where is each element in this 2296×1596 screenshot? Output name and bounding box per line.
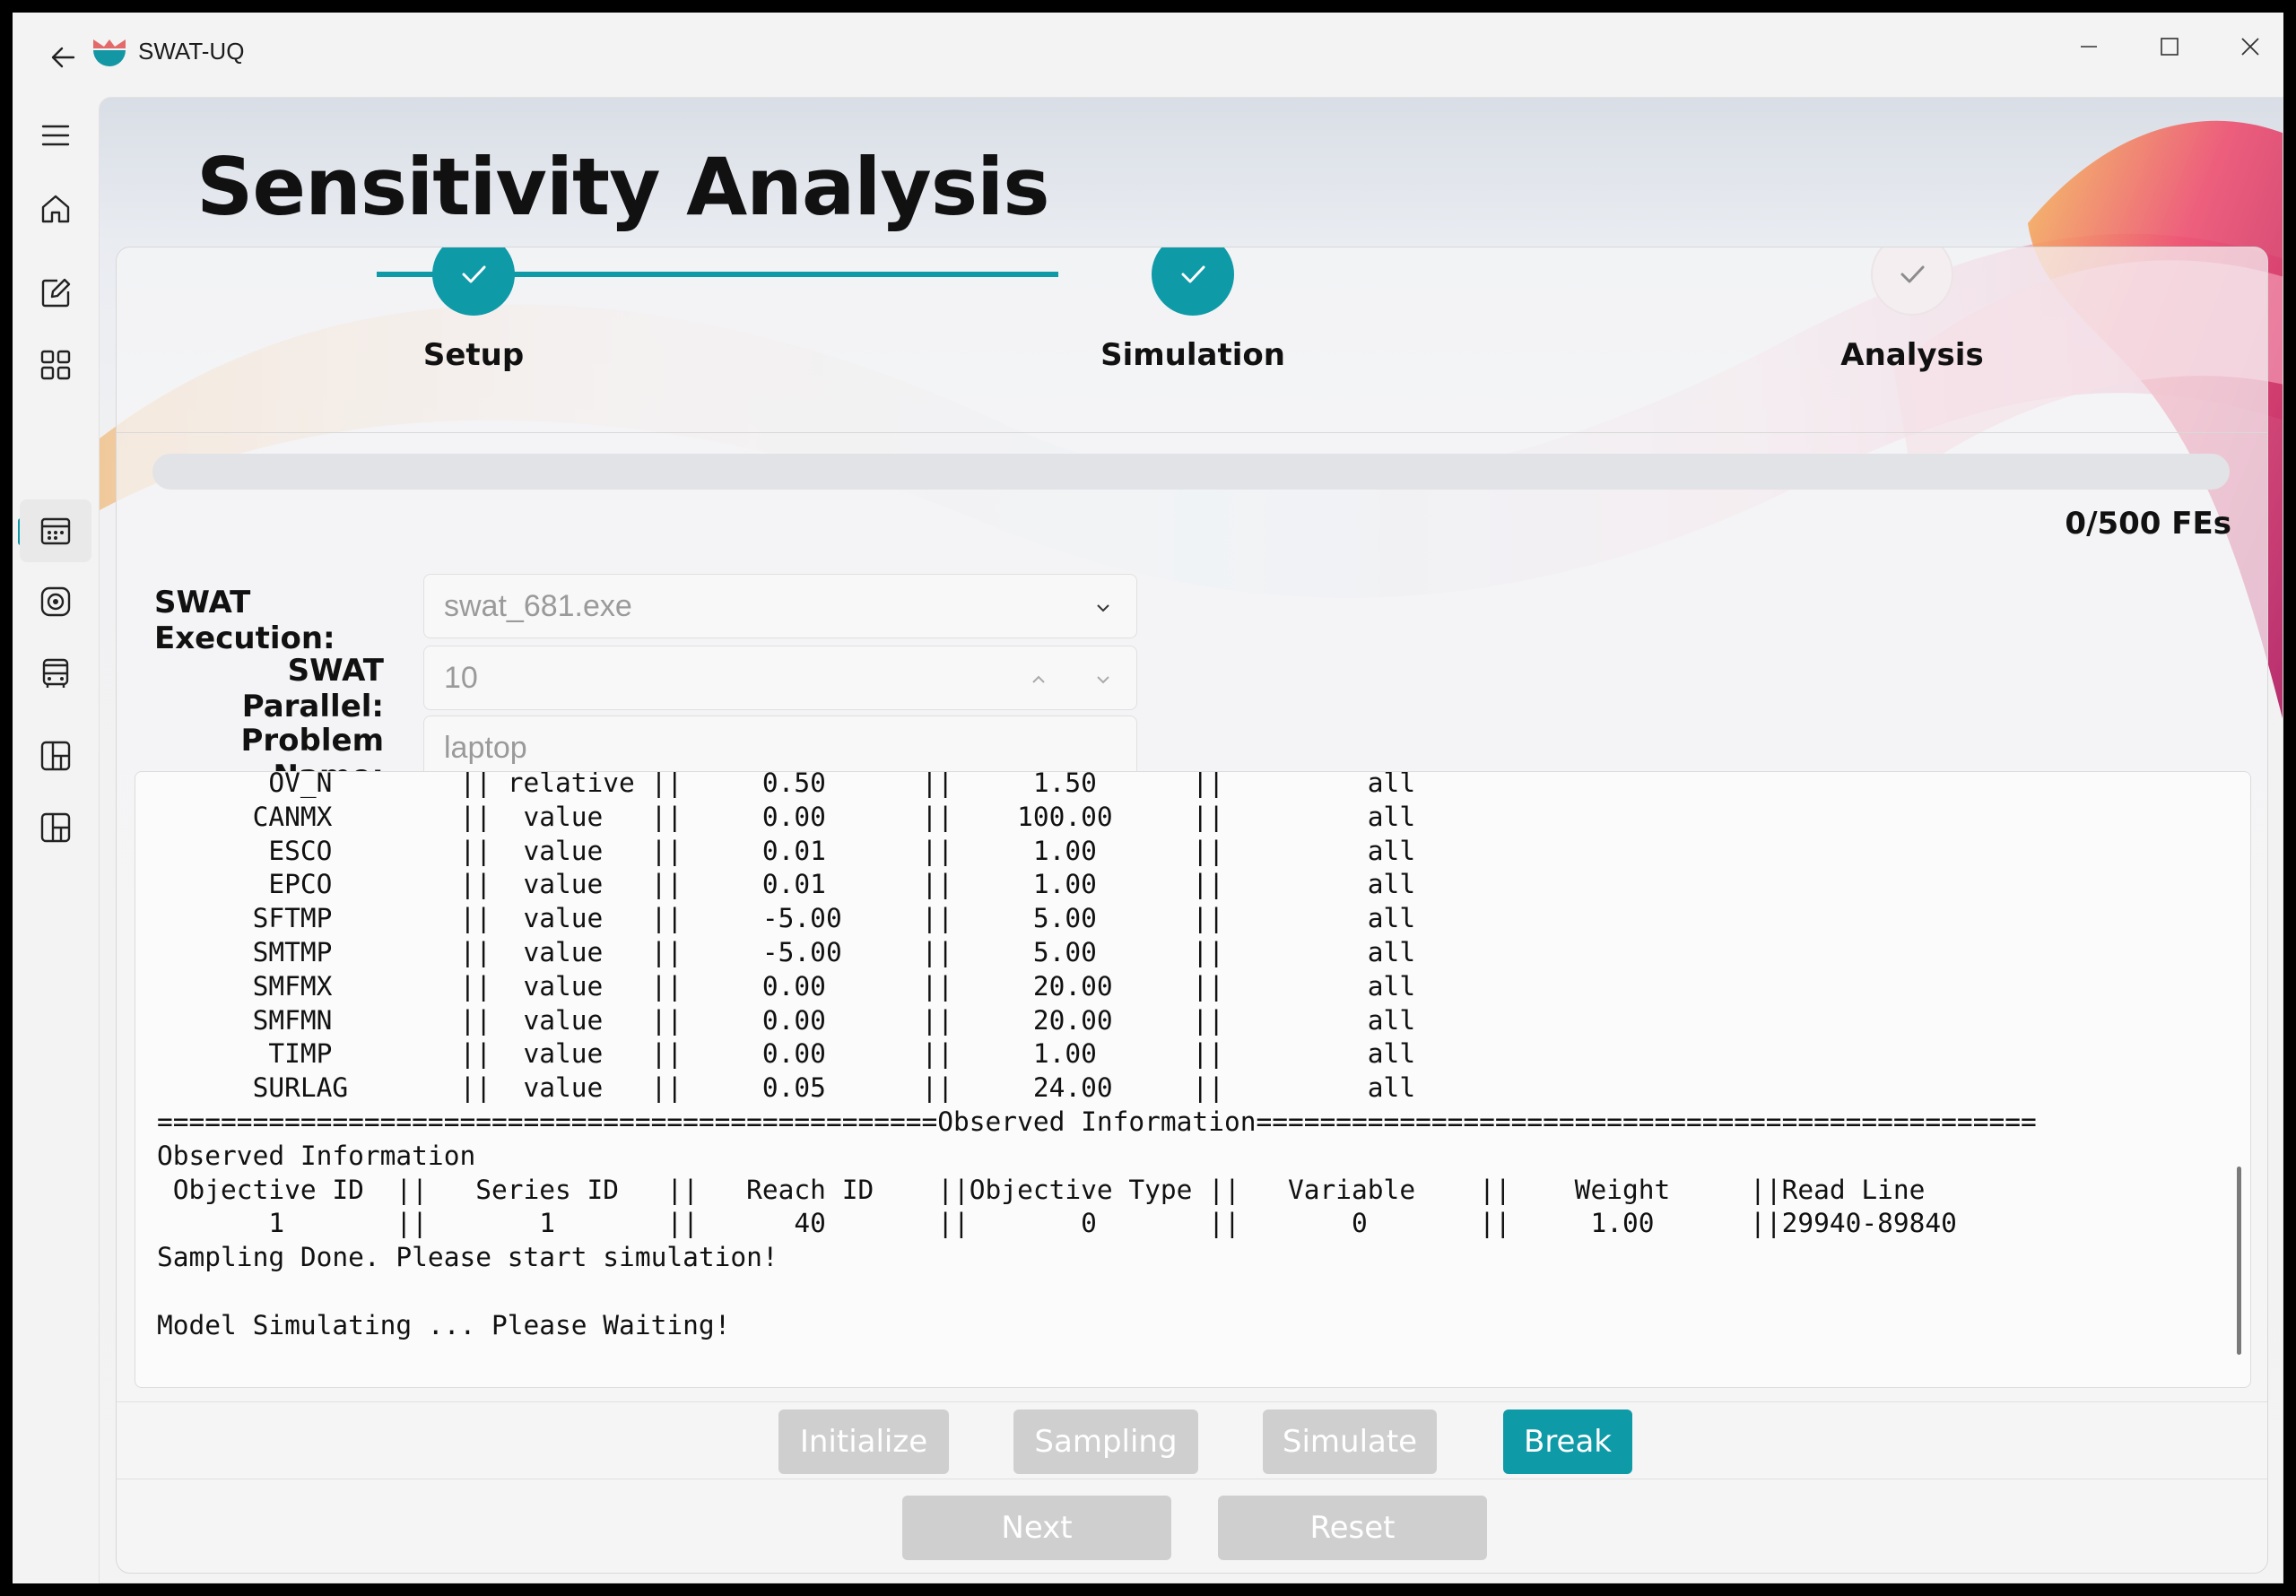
- sampling-button[interactable]: Sampling: [1013, 1410, 1198, 1474]
- progress-label: 0/500 FEs: [2065, 506, 2231, 542]
- layout-icon: [40, 812, 71, 843]
- title-bar: SWAT-UQ: [13, 13, 2283, 91]
- break-button[interactable]: Break: [1503, 1410, 1632, 1474]
- workflow-card: Setup Simulation Analysis 0/500 FEs SWAT…: [116, 247, 2268, 1574]
- progress-bar: [152, 454, 2230, 490]
- log-line: Objective ID || Series ID || Reach ID ||…: [157, 1174, 1926, 1205]
- hamburger-menu-icon: [41, 125, 70, 146]
- step-label-setup: Setup: [422, 337, 525, 373]
- nav-menu-button[interactable]: [20, 104, 91, 167]
- nav-target[interactable]: [20, 570, 91, 633]
- swat-parallel-stepper[interactable]: 10: [423, 646, 1137, 710]
- log-scrollbar[interactable]: [2237, 1167, 2241, 1355]
- step-label-analysis: Analysis: [1840, 337, 1984, 373]
- swat-parallel-label: SWAT Parallel:: [241, 653, 384, 724]
- nav-bus[interactable]: [20, 642, 91, 705]
- log-line: EPCO || value || 0.01 || 1.00 || all: [157, 869, 1416, 900]
- log-line: 1 || 1 || 40 || 0 || 0 || 1.00 ||29940-8…: [157, 1208, 1957, 1239]
- target-icon: [40, 586, 71, 617]
- layout-icon: [40, 741, 71, 771]
- nav-apps[interactable]: [20, 334, 91, 396]
- calendar-icon: [40, 517, 71, 545]
- navigation-rail: [13, 91, 97, 1583]
- maximize-icon: [2161, 38, 2179, 56]
- checkmark-icon: [1900, 265, 1925, 283]
- nav-sensitivity-analysis[interactable]: [20, 499, 91, 562]
- log-line: ========================================…: [157, 1106, 2037, 1137]
- log-line: SMFMX || value || 0.00 || 20.00 || all: [157, 970, 1416, 1002]
- app-window: SWAT-UQ Sensitivity Analysis Setup Simul…: [13, 13, 2283, 1583]
- minimize-button[interactable]: [2048, 22, 2129, 72]
- checkmark-icon: [462, 265, 486, 283]
- step-setup-indicator[interactable]: [432, 247, 515, 316]
- app-logo-icon: [91, 36, 127, 72]
- log-line: SMTMP || value || -5.00 || 5.00 || all: [157, 936, 1416, 967]
- log-line: OV_N || relative || 0.50 || 1.50 || all: [157, 771, 1416, 798]
- log-line: Model Simulating ... Please Waiting!: [157, 1309, 731, 1340]
- swat-parallel-value: 10: [444, 660, 478, 695]
- nav-layout-1[interactable]: [20, 724, 91, 787]
- content-area: Sensitivity Analysis Setup Simulation An…: [99, 97, 2283, 1583]
- edit-icon: [41, 278, 71, 308]
- nav-edit[interactable]: [20, 262, 91, 325]
- chevron-down-icon: [1088, 593, 1118, 623]
- log-text: OV_N || relative || 0.50 || 1.50 || all …: [157, 771, 2232, 1343]
- chevron-up-icon[interactable]: [1023, 664, 1054, 695]
- page-title: Sensitivity Analysis: [196, 141, 1050, 233]
- close-icon: [2241, 38, 2259, 56]
- swat-execution-select[interactable]: swat_681.exe: [423, 574, 1137, 638]
- step-label-simulation: Simulation: [1100, 337, 1285, 373]
- divider: [117, 432, 2267, 433]
- bus-icon: [42, 658, 69, 688]
- home-icon: [41, 195, 70, 223]
- log-line: SFTMP || value || -5.00 || 5.00 || all: [157, 903, 1416, 934]
- initialize-button[interactable]: Initialize: [778, 1410, 949, 1474]
- swat-execution-value: swat_681.exe: [444, 588, 632, 623]
- close-button[interactable]: [2210, 22, 2283, 72]
- back-arrow-icon: [51, 47, 75, 68]
- checkmark-icon: [1181, 265, 1205, 283]
- maximize-button[interactable]: [2129, 22, 2210, 72]
- log-line: Observed Information: [157, 1140, 476, 1171]
- reset-button[interactable]: Reset: [1218, 1496, 1487, 1560]
- log-line: TIMP || value || 0.00 || 1.00 || all: [157, 1038, 1416, 1070]
- output-log[interactable]: OV_N || relative || 0.50 || 1.50 || all …: [135, 771, 2251, 1388]
- apps-grid-icon: [40, 350, 71, 380]
- swat-execution-label: SWAT Execution:: [154, 585, 335, 656]
- chevron-down-icon[interactable]: [1088, 664, 1118, 695]
- app-title: SWAT-UQ: [138, 38, 245, 65]
- log-line: SMFMN || value || 0.00 || 20.00 || all: [157, 1004, 1416, 1036]
- log-line: SURLAG || value || 0.05 || 24.00 || all: [157, 1072, 1416, 1104]
- log-line: CANMX || value || 0.00 || 100.00 || all: [157, 801, 1416, 832]
- log-line: Sampling Done. Please start simulation!: [157, 1242, 778, 1273]
- problem-name-value: laptop: [444, 730, 527, 765]
- divider: [117, 1401, 2267, 1402]
- next-button[interactable]: Next: [902, 1496, 1171, 1560]
- minimize-icon: [2081, 46, 2097, 48]
- simulate-button[interactable]: Simulate: [1263, 1410, 1437, 1474]
- step-analysis-indicator[interactable]: [1871, 247, 1953, 316]
- back-button[interactable]: [36, 34, 90, 81]
- nav-home[interactable]: [20, 178, 91, 240]
- step-simulation-indicator[interactable]: [1152, 247, 1234, 316]
- nav-layout-2[interactable]: [20, 796, 91, 859]
- log-line: ESCO || value || 0.01 || 1.00 || all: [157, 835, 1416, 866]
